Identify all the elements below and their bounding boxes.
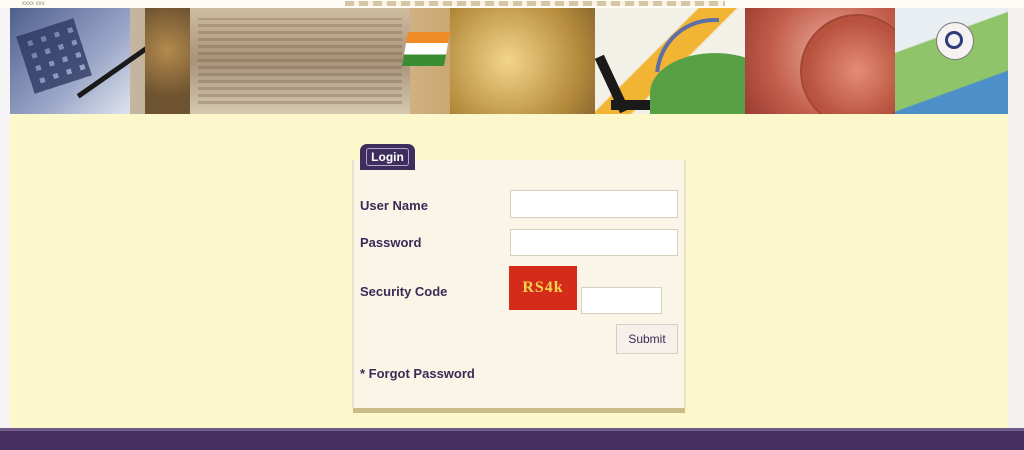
banner-banknotes-image xyxy=(190,8,410,114)
chart-mark xyxy=(611,100,651,110)
top-strip: xxxx xxx xyxy=(0,0,1024,8)
captcha-image: RS4k xyxy=(509,266,577,310)
forgot-password-link[interactable]: * Forgot Password xyxy=(360,366,475,381)
username-input[interactable] xyxy=(510,190,678,218)
emblem-wheel-icon xyxy=(945,31,963,49)
security-code-input[interactable] xyxy=(581,287,662,314)
header-small-text: xxxx xxx xyxy=(22,1,45,7)
banner-gold-coins-image xyxy=(450,8,595,114)
password-input[interactable] xyxy=(510,229,678,256)
right-edge xyxy=(1008,8,1024,428)
emblem-icon xyxy=(936,22,974,60)
security-code-label: Security Code xyxy=(360,284,448,299)
submit-button[interactable]: Submit xyxy=(616,324,678,354)
header-decoration xyxy=(345,1,725,6)
footer-highlight xyxy=(0,428,1024,431)
username-label: User Name xyxy=(360,198,428,213)
login-tab-label: Login xyxy=(366,148,409,166)
banner-calculator-image xyxy=(10,8,154,114)
calculator-keys xyxy=(16,18,92,94)
left-edge xyxy=(0,8,10,428)
header-banner xyxy=(10,8,1008,114)
footer-bar xyxy=(0,428,1024,450)
banner-flag-image xyxy=(402,32,450,66)
banner-coins-image xyxy=(145,8,190,114)
banner-rupee-image xyxy=(745,8,914,114)
login-tab: Login xyxy=(360,144,415,170)
password-label: Password xyxy=(360,235,422,250)
